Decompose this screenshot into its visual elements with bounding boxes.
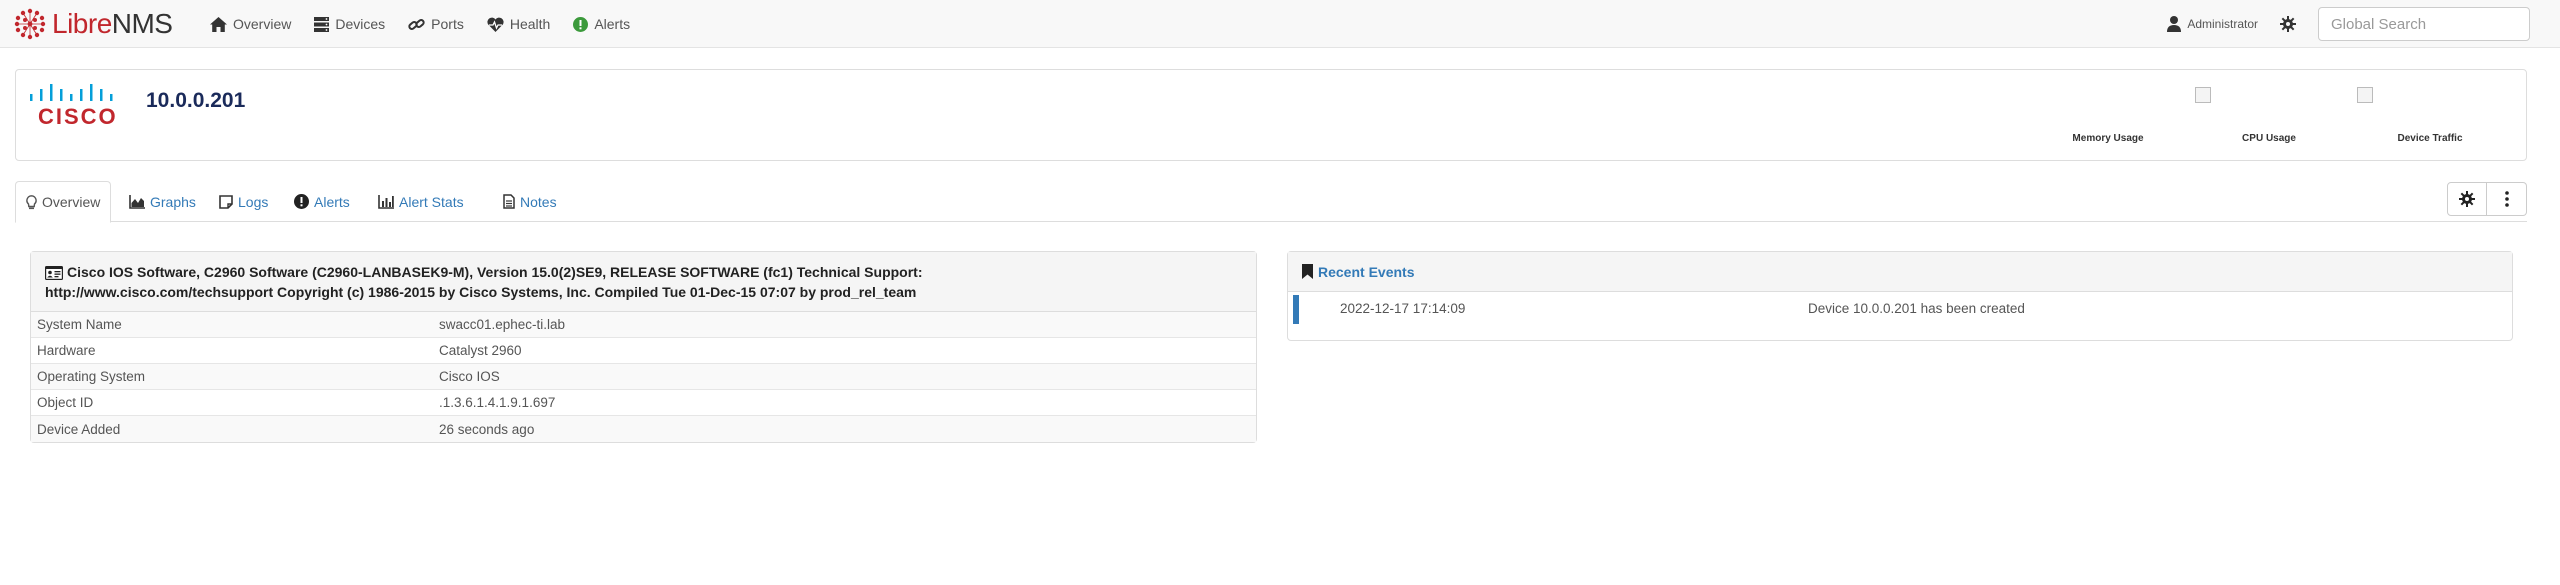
navbar-right: Administrator (2167, 0, 2530, 48)
bookmark-icon (1302, 264, 1313, 279)
nav-devices-label: Devices (335, 16, 386, 32)
tab-alerts[interactable]: Alerts (284, 181, 360, 222)
lightbulb-icon (26, 194, 37, 209)
server-icon (314, 16, 330, 32)
bar-chart-icon (378, 194, 394, 209)
list-item: 2022-12-17 17:14:09 Device 10.0.0.201 ha… (1288, 292, 2512, 330)
device-description-line2: http://www.cisco.com/techsupport Copyrig… (45, 284, 917, 300)
librenms-logo[interactable]: LibreNMS (14, 8, 173, 40)
operating-system-key: Operating System (37, 369, 146, 384)
tab-alert-stats-label: Alert Stats (399, 193, 464, 210)
id-card-icon (45, 266, 63, 280)
device-hostname[interactable]: 10.0.0.201 (146, 89, 245, 113)
cpu-usage-label: CPU Usage (2242, 133, 2296, 144)
nav-ports[interactable]: Ports (408, 16, 464, 32)
heartbeat-icon (487, 17, 504, 32)
nav-health[interactable]: Health (487, 16, 550, 32)
chart-area-icon (129, 194, 145, 209)
brand-libre: Libre (52, 8, 112, 39)
tab-toolbar (2447, 182, 2527, 216)
recent-events-title: Recent Events (1318, 263, 1415, 280)
brand-nms: NMS (111, 8, 173, 39)
device-info-table: System Name swacc01.ephec-ti.lab Hardwar… (31, 312, 1256, 442)
device-traffic-label: Device Traffic (2397, 133, 2463, 144)
table-row: Device Added 26 seconds ago (31, 416, 1256, 442)
gear-icon (2280, 16, 2296, 32)
tab-overview-label: Overview (42, 194, 101, 210)
recent-events-panel: Recent Events 2022-12-17 17:14:09 Device… (1287, 251, 2513, 341)
exclamation-circle-icon (294, 194, 309, 209)
hardware-value: Catalyst 2960 (439, 343, 522, 358)
link-icon (408, 18, 425, 30)
tab-graphs[interactable]: Graphs (119, 181, 206, 222)
nav-overview-label: Overview (233, 16, 292, 32)
tab-overview[interactable]: Overview (15, 181, 112, 223)
system-name-value: swacc01.ephec-ti.lab (439, 317, 566, 332)
tab-graphs-label: Graphs (150, 193, 196, 210)
nav-devices[interactable]: Devices (314, 16, 385, 32)
home-icon (210, 16, 227, 32)
device-overview-panel: Cisco IOS Software, C2960 Software (C296… (30, 251, 1257, 443)
system-name-key: System Name (37, 317, 122, 332)
event-time: 2022-12-17 17:14:09 (1340, 301, 1466, 316)
device-tabs: Overview Graphs Logs Alerts Alert Stats … (15, 181, 2527, 223)
main-menu: Overview Devices Ports Health Alerts (210, 0, 653, 48)
table-row: System Name swacc01.ephec-ti.lab (31, 312, 1256, 338)
event-severity-bar (1293, 295, 1299, 324)
event-message: Device 10.0.0.201 has been created (1808, 301, 2025, 316)
gear-icon (2459, 191, 2475, 207)
cisco-logo-text: CISCO (38, 104, 118, 129)
nav-alerts[interactable]: Alerts (573, 16, 630, 32)
file-text-icon (503, 194, 515, 209)
nav-ports-label: Ports (431, 16, 464, 32)
tab-notes[interactable]: Notes (493, 181, 567, 222)
nav-overview[interactable]: Overview (210, 16, 291, 32)
device-settings-button[interactable] (2447, 182, 2487, 216)
hardware-key: Hardware (37, 343, 96, 358)
vertical-ellipsis-icon (2504, 191, 2509, 207)
librenms-globe-icon (14, 8, 46, 40)
brand-name: LibreNMS (52, 8, 173, 40)
sticky-note-icon (219, 194, 233, 209)
user-name: Administrator (2187, 17, 2258, 31)
nav-health-label: Health (509, 16, 551, 32)
table-row: Operating System Cisco IOS (31, 364, 1256, 390)
table-row: Object ID .1.3.6.1.4.1.9.1.697 (31, 390, 1256, 416)
exclamation-circle-icon (573, 16, 589, 32)
top-navbar: LibreNMS Overview Devices Ports Health A… (0, 0, 2560, 48)
recent-events-heading[interactable]: Recent Events (1288, 252, 2512, 292)
device-added-key: Device Added (37, 421, 121, 437)
user-icon (2167, 16, 2182, 32)
operating-system-value: Cisco IOS (439, 369, 500, 384)
user-menu[interactable]: Administrator (2167, 16, 2258, 32)
table-row: Hardware Catalyst 2960 (31, 338, 1256, 364)
global-search-input[interactable] (2318, 7, 2530, 41)
memory-usage-label: Memory Usage (2072, 133, 2144, 144)
tab-alert-stats[interactable]: Alert Stats (368, 181, 474, 222)
nav-alerts-label: Alerts (594, 16, 631, 32)
memory-usage-graph-image[interactable] (2195, 87, 2211, 103)
tab-alerts-label: Alerts (314, 193, 350, 210)
more-options-button[interactable] (2487, 182, 2527, 216)
device-traffic-graph-image[interactable] (2357, 87, 2373, 103)
device-description: Cisco IOS Software, C2960 Software (C296… (31, 252, 1256, 312)
tab-logs-label: Logs (238, 193, 269, 210)
device-header-panel: CISCO 10.0.0.201 Memory Usage CPU Usage … (15, 69, 2527, 161)
tab-notes-label: Notes (520, 193, 557, 210)
cisco-logo: CISCO (30, 84, 118, 129)
device-added-value: 26 seconds ago (439, 421, 535, 437)
device-description-line1: Cisco IOS Software, C2960 Software (C296… (67, 264, 923, 280)
settings-menu[interactable] (2280, 16, 2296, 32)
tab-logs[interactable]: Logs (209, 181, 278, 222)
object-id-value: .1.3.6.1.4.1.9.1.697 (439, 395, 556, 410)
object-id-key: Object ID (37, 395, 94, 410)
